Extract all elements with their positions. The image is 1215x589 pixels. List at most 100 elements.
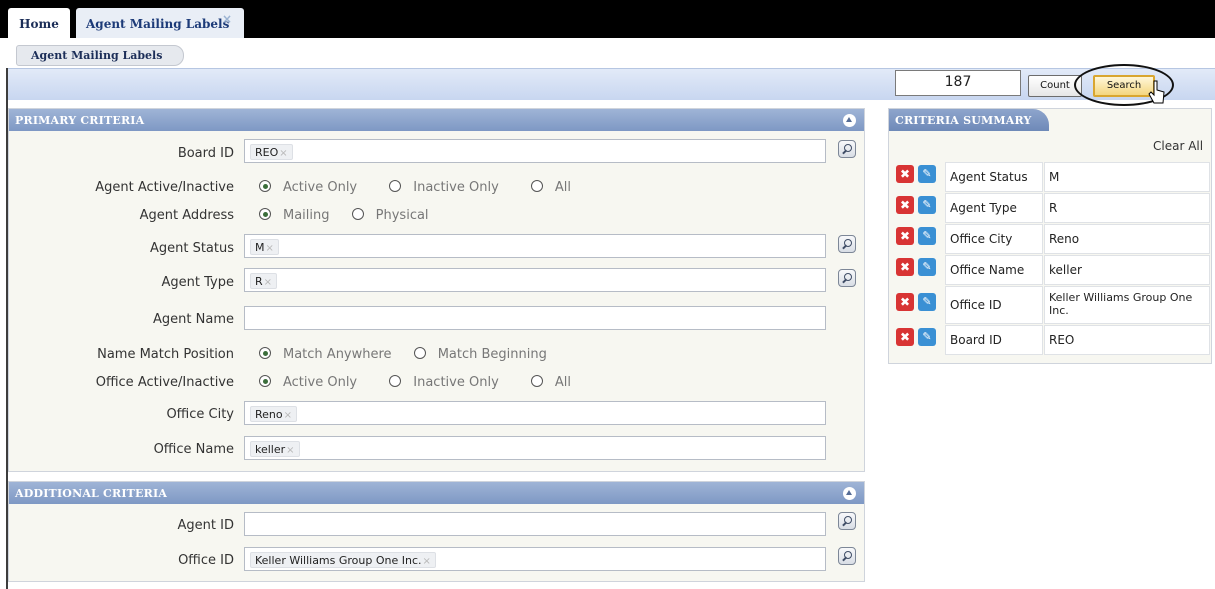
token: R× [250, 273, 278, 289]
radio-match-anywhere[interactable] [259, 347, 271, 359]
office-id-lookup-icon[interactable] [838, 547, 856, 565]
edit-icon[interactable]: ✎ [918, 165, 936, 183]
token-remove-icon[interactable]: × [286, 445, 294, 456]
summary-value: REO [1044, 325, 1210, 355]
tab-label: Agent Mailing Labels [86, 17, 230, 31]
summary-value: keller [1044, 255, 1210, 285]
collapse-icon[interactable] [843, 487, 856, 500]
criteria-summary-header: CRITERIA SUMMARY [889, 109, 1049, 131]
office-id-label: Office ID [178, 553, 234, 568]
edit-icon[interactable]: ✎ [918, 328, 936, 346]
delete-icon[interactable]: ✖ [896, 196, 914, 214]
radio-all[interactable] [530, 180, 543, 192]
name-match-radio-group: Match Anywhere Match Beginning [259, 347, 575, 362]
summary-name: Agent Type [945, 193, 1043, 223]
board-id-field[interactable]: REO× [244, 139, 826, 163]
agent-name-label: Agent Name [153, 312, 234, 327]
agent-type-field[interactable]: R× [244, 268, 826, 292]
summary-row: ✖ ✎ Office City Reno [893, 224, 1211, 254]
delete-icon[interactable]: ✖ [896, 227, 914, 245]
token-remove-icon[interactable]: × [264, 277, 272, 288]
panel-title: PRIMARY CRITERIA [15, 114, 145, 127]
summary-row: ✖ ✎ Agent Type R [893, 193, 1211, 223]
token-remove-icon[interactable]: × [266, 243, 274, 254]
radio-office-active-only[interactable] [259, 375, 271, 387]
office-city-field[interactable]: Reno× [244, 401, 826, 425]
agent-type-lookup-icon[interactable] [838, 269, 856, 287]
agent-address-radio-group: Mailing Physical [259, 208, 457, 223]
panel-title: CRITERIA SUMMARY [895, 114, 1032, 127]
summary-row: ✖ ✎ Office Name keller [893, 255, 1211, 285]
agent-id-lookup-icon[interactable] [838, 512, 856, 530]
summary-name: Office Name [945, 255, 1043, 285]
token: Keller Williams Group One Inc.× [250, 552, 436, 568]
agent-name-input[interactable] [244, 306, 826, 330]
token: M× [250, 239, 279, 255]
summary-row: ✖ ✎ Office ID Keller Williams Group One … [893, 286, 1211, 324]
edit-icon[interactable]: ✎ [918, 196, 936, 214]
radio-inactive-only[interactable] [389, 180, 402, 192]
radio-office-all[interactable] [530, 375, 543, 387]
summary-row: ✖ ✎ Agent Status M [893, 162, 1211, 192]
additional-criteria-panel: ADDITIONAL CRITERIA Agent ID Office ID K… [8, 481, 865, 582]
edit-icon[interactable]: ✎ [918, 293, 936, 311]
additional-criteria-header: ADDITIONAL CRITERIA [9, 482, 864, 504]
count-result-field: 187 [895, 70, 1021, 96]
agent-status-label: Agent Status [149, 241, 234, 256]
token-remove-icon[interactable]: × [284, 410, 292, 421]
summary-value: M [1044, 162, 1210, 192]
radio-mailing[interactable] [259, 208, 271, 220]
mouse-cursor-icon [1148, 80, 1165, 104]
agent-status-lookup-icon[interactable] [838, 235, 856, 253]
tab-home[interactable]: Home [8, 8, 70, 38]
token: Reno× [250, 406, 298, 422]
close-icon[interactable]: × [222, 12, 232, 26]
primary-criteria-header: PRIMARY CRITERIA [9, 109, 864, 131]
agent-id-label: Agent ID [177, 518, 234, 533]
clear-all-link[interactable]: Clear All [1153, 139, 1203, 153]
page-left-border [0, 38, 8, 589]
office-city-label: Office City [166, 407, 234, 422]
summary-name: Agent Status [945, 162, 1043, 192]
office-id-field[interactable]: Keller Williams Group One Inc.× [244, 547, 826, 571]
summary-name: Board ID [945, 325, 1043, 355]
summary-value: Keller Williams Group One Inc. [1044, 286, 1210, 324]
summary-row: ✖ ✎ Board ID REO [893, 325, 1211, 355]
token-remove-icon[interactable]: × [423, 556, 431, 567]
top-tab-bar: Home Agent Mailing Labels × [0, 0, 1215, 38]
collapse-icon[interactable] [843, 114, 856, 127]
panel-title: ADDITIONAL CRITERIA [15, 487, 168, 500]
radio-physical[interactable] [351, 208, 364, 220]
agent-id-input[interactable] [244, 512, 826, 536]
radio-active-only[interactable] [259, 180, 271, 192]
office-active-label: Office Active/Inactive [95, 375, 234, 390]
agent-active-label: Agent Active/Inactive [95, 180, 234, 195]
edit-icon[interactable]: ✎ [918, 258, 936, 276]
primary-criteria-panel: PRIMARY CRITERIA Board ID REO× Agent Act… [8, 108, 865, 472]
agent-address-label: Agent Address [139, 208, 234, 223]
edit-icon[interactable]: ✎ [918, 227, 936, 245]
summary-value: Reno [1044, 224, 1210, 254]
office-name-label: Office Name [153, 442, 234, 457]
delete-icon[interactable]: ✖ [896, 258, 914, 276]
subtab-agent-mailing-labels[interactable]: Agent Mailing Labels [16, 45, 184, 66]
delete-icon[interactable]: ✖ [896, 328, 914, 346]
delete-icon[interactable]: ✖ [896, 293, 914, 311]
delete-icon[interactable]: ✖ [896, 165, 914, 183]
board-id-lookup-icon[interactable] [838, 140, 856, 158]
summary-name: Office ID [945, 286, 1043, 324]
tab-agent-mailing-labels[interactable]: Agent Mailing Labels × [76, 8, 244, 38]
token: keller× [250, 441, 300, 457]
summary-name: Office City [945, 224, 1043, 254]
token: REO× [250, 144, 293, 160]
agent-status-field[interactable]: M× [244, 234, 826, 258]
name-match-label: Name Match Position [97, 347, 234, 362]
radio-office-inactive-only[interactable] [389, 375, 402, 387]
agent-active-radio-group: Active Only Inactive Only All [259, 180, 599, 195]
summary-value: R [1044, 193, 1210, 223]
token-remove-icon[interactable]: × [279, 148, 287, 159]
radio-match-beginning[interactable] [413, 347, 426, 359]
board-id-label: Board ID [177, 146, 234, 161]
office-name-field[interactable]: keller× [244, 436, 826, 460]
sub-tab-bar: Agent Mailing Labels [0, 38, 1215, 68]
